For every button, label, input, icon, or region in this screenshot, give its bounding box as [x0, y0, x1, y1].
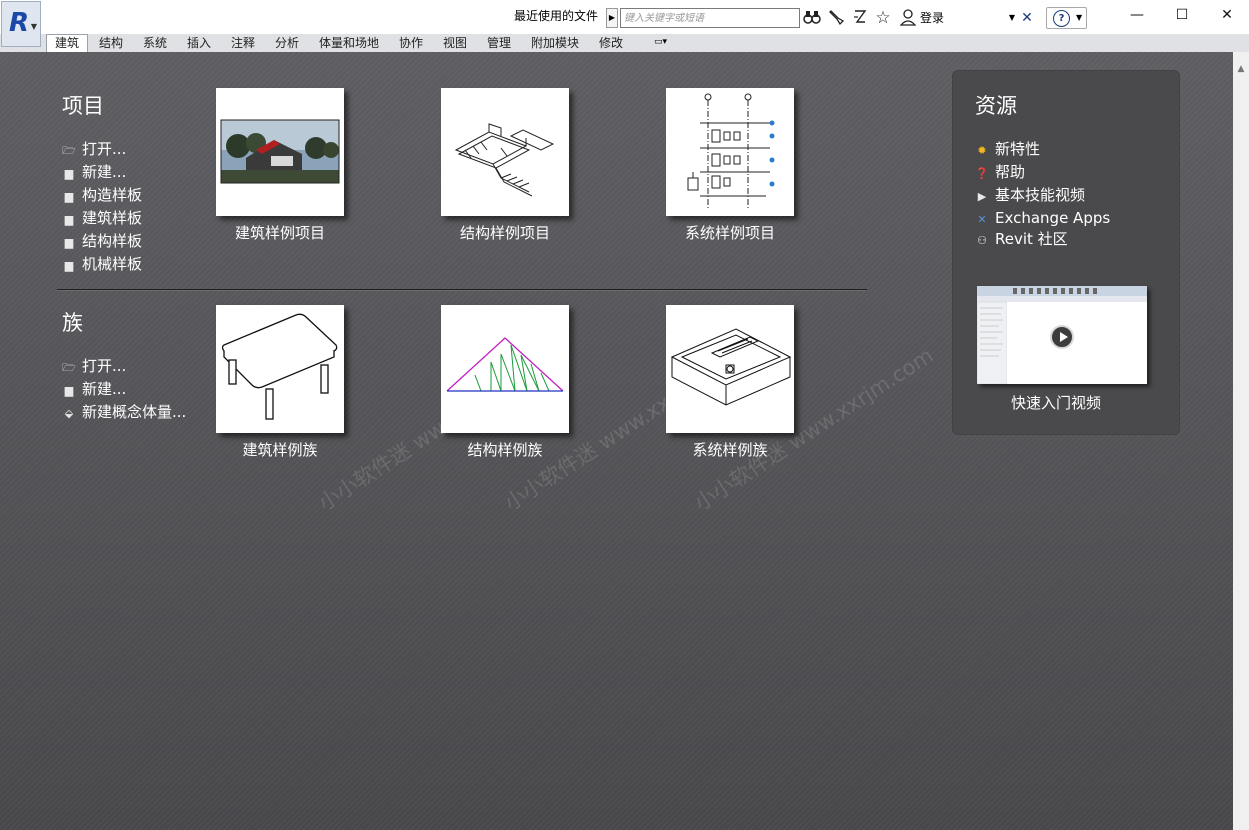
projects-title: 项目	[62, 94, 104, 118]
minimize-button[interactable]: —	[1114, 0, 1160, 30]
document-icon: ▆	[64, 384, 74, 397]
play-video-icon: ▶	[977, 190, 987, 203]
folder-open-icon: 🗁	[62, 144, 76, 157]
table-thumbnail	[221, 313, 338, 420]
tab-modify[interactable]: 修改	[599, 35, 623, 51]
card-label[interactable]: 结构样例项目	[405, 222, 605, 243]
project-new-link[interactable]: ▆ 新建...	[62, 162, 127, 182]
card-label[interactable]: 系统样例族	[630, 439, 830, 460]
vertical-scrollbar[interactable]: ▲	[1233, 52, 1249, 830]
mechanical-template-link[interactable]: ▆ 机械样板	[62, 254, 142, 274]
ribbon-tab-bar: 建筑 结构 系统 插入 注释 分析 体量和场地 协作 视图 管理 附加模块 修改…	[0, 34, 1249, 53]
help-icon: ❓	[975, 167, 989, 180]
subscription-key-icon[interactable]	[827, 8, 845, 28]
help-icon: ?	[1053, 10, 1070, 27]
tab-view[interactable]: 视图	[443, 35, 467, 51]
exchange-apps-icon[interactable]: ✕	[1018, 8, 1036, 28]
ribbon-options-icon[interactable]: ▭▾	[654, 37, 667, 47]
new-conceptual-mass-link[interactable]: ⬙ 新建概念体量...	[62, 402, 187, 422]
tab-manage[interactable]: 管理	[487, 35, 511, 51]
structural-template-link[interactable]: ▆ 结构样板	[62, 231, 142, 251]
structural-frame-thumbnail	[454, 123, 555, 197]
ceiling-diffuser-thumbnail	[670, 328, 792, 406]
application-menu-button[interactable]: R ▼	[1, 1, 41, 47]
family-new-link[interactable]: ▆ 新建...	[62, 379, 127, 399]
star-favorites-icon[interactable]: ☆	[874, 8, 892, 28]
document-icon: ▆	[64, 167, 74, 180]
recent-files-label[interactable]: 最近使用的文件	[514, 7, 598, 24]
document-icon: ▆	[64, 213, 74, 226]
sun-icon: ✹	[977, 144, 987, 157]
chevron-down-icon: ▼	[30, 22, 37, 31]
building-render-thumbnail	[220, 119, 340, 184]
section-divider	[57, 289, 867, 291]
close-button[interactable]: ✕	[1204, 0, 1249, 30]
revit-logo-icon: R	[9, 8, 30, 38]
document-icon: ▆	[64, 236, 74, 249]
document-icon: ▆	[64, 190, 74, 203]
card-label[interactable]: 建筑样例项目	[180, 222, 380, 243]
document-icon: ▆	[64, 259, 74, 272]
card-label[interactable]: 结构样例族	[405, 439, 605, 460]
systems-sample-project-card[interactable]	[666, 88, 794, 216]
tab-insert[interactable]: 插入	[187, 35, 211, 51]
architectural-template-link[interactable]: ▆ 建筑样板	[62, 208, 142, 228]
mass-cube-icon: ⬙	[64, 407, 74, 420]
folder-open-icon: 🗁	[62, 361, 76, 374]
chevron-down-icon: ▼	[1008, 13, 1015, 22]
chevron-down-icon: ▼	[1076, 13, 1083, 22]
communication-center-icon[interactable]	[851, 8, 869, 28]
community-icon: ⚇	[977, 234, 987, 247]
family-open-link[interactable]: 🗁 打开...	[62, 356, 126, 376]
card-label[interactable]: 建筑样例族	[180, 439, 380, 460]
tab-annotate[interactable]: 注释	[231, 35, 255, 51]
essential-skills-video-link[interactable]: ▶ 基本技能视频	[975, 185, 1085, 205]
title-bar: R ▼ 最近使用的文件 ▶ ☆ 登录 ▼ ✕ ? ▼ — ☐ ✕	[0, 0, 1249, 47]
exchange-apps-icon: ✕	[977, 213, 987, 226]
quick-start-video-label[interactable]: 快速入门视频	[956, 392, 1156, 413]
systems-sample-family-card[interactable]	[666, 305, 794, 433]
binoculars-icon[interactable]	[803, 8, 821, 28]
revit-community-link[interactable]: ⚇ Revit 社区	[975, 229, 1068, 249]
resources-title: 资源	[975, 94, 1017, 118]
construction-template-link[interactable]: ▆ 构造样板	[62, 185, 142, 205]
help-button[interactable]: ? ▼	[1046, 7, 1087, 29]
exchange-apps-link[interactable]: ✕ Exchange Apps	[975, 208, 1110, 228]
search-input[interactable]	[620, 8, 800, 28]
systems-section-thumbnail	[687, 93, 775, 210]
tab-collaborate[interactable]: 协作	[399, 35, 423, 51]
tab-analyze[interactable]: 分析	[275, 35, 299, 51]
tab-systems[interactable]: 系统	[143, 35, 167, 51]
help-link[interactable]: ❓ 帮助	[975, 162, 1025, 182]
architectural-sample-project-card[interactable]	[216, 88, 344, 216]
tab-add-ins[interactable]: 附加模块	[531, 35, 579, 51]
structural-sample-family-card[interactable]	[441, 305, 569, 433]
scroll-up-icon[interactable]: ▲	[1233, 64, 1249, 74]
truss-thumbnail	[446, 337, 564, 392]
structural-sample-project-card[interactable]	[441, 88, 569, 216]
maximize-button[interactable]: ☐	[1159, 0, 1205, 30]
tab-massing-site[interactable]: 体量和场地	[319, 35, 379, 51]
families-title: 族	[62, 311, 83, 335]
search-expand-icon[interactable]: ▶	[606, 8, 618, 28]
card-label[interactable]: 系统样例项目	[630, 222, 830, 243]
architectural-sample-family-card[interactable]	[216, 305, 344, 433]
user-icon	[899, 8, 917, 33]
sign-in-button[interactable]: 登录 ▼	[899, 8, 1015, 28]
tab-architecture[interactable]: 建筑	[46, 34, 89, 52]
project-open-link[interactable]: 🗁 打开...	[62, 139, 126, 159]
play-button-icon[interactable]	[1050, 325, 1074, 349]
tab-structure[interactable]: 结构	[99, 35, 123, 51]
sign-in-label: 登录	[920, 11, 945, 25]
whats-new-link[interactable]: ✹ 新特性	[975, 139, 1040, 159]
